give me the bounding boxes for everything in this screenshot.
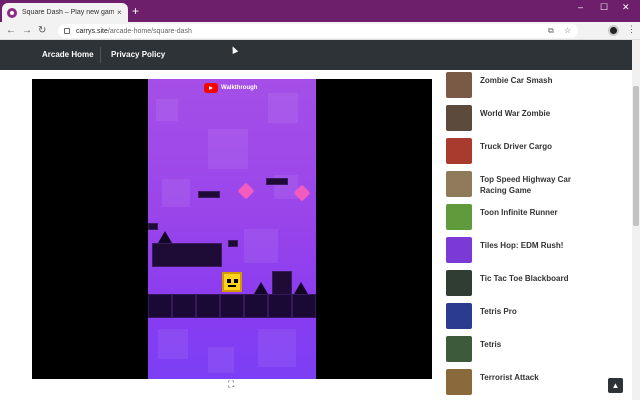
close-window-button[interactable]: ✕ [622, 2, 630, 13]
maximize-button[interactable]: ☐ [600, 2, 608, 13]
game-frame[interactable]: Walkthrough [32, 79, 432, 379]
browser-tab[interactable]: Square Dash – Play new gam × [2, 3, 128, 22]
back-to-top-button[interactable]: ▲ [608, 378, 623, 393]
lock-icon [64, 28, 70, 34]
floating-block [148, 223, 158, 230]
game-title-link[interactable]: Zombie Car Smash [480, 75, 590, 86]
address-bar[interactable]: carrys.site/arcade-home/square-dash [58, 24, 578, 38]
site-navigation: Arcade Home Privacy Policy [0, 40, 632, 70]
game-thumbnail[interactable] [446, 138, 472, 164]
translate-icon[interactable]: ⧉ [548, 26, 554, 36]
game-thumbnail[interactable] [446, 270, 472, 296]
game-title-link[interactable]: Tic Tac Toe Blackboard [480, 273, 590, 284]
floating-block [198, 191, 220, 198]
background-square [208, 129, 248, 169]
ground-tile [148, 294, 172, 318]
spike-hazard-icon [294, 282, 308, 294]
ground-tile [292, 294, 316, 318]
platform-block [152, 243, 222, 267]
game-title-link[interactable]: World War Zombie [480, 108, 590, 119]
ground-tile [196, 294, 220, 318]
floating-block [266, 178, 288, 185]
game-thumbnail[interactable] [446, 303, 472, 329]
background-square [258, 329, 296, 367]
browser-menu-icon[interactable]: ⋮ [627, 24, 636, 35]
forward-arrow-icon[interactable]: → [22, 25, 32, 37]
back-arrow-icon[interactable]: ← [6, 25, 16, 37]
nav-link-arcade-home[interactable]: Arcade Home [42, 50, 94, 59]
list-item[interactable]: Toon Infinite Runner [446, 204, 590, 232]
background-square [158, 329, 188, 359]
pink-gem-icon [237, 182, 255, 200]
cube-eye [234, 279, 238, 283]
game-thumbnail[interactable] [446, 369, 472, 395]
bookmark-star-icon[interactable]: ☆ [564, 26, 571, 35]
walkthrough-label: Walkthrough [221, 85, 258, 91]
list-item[interactable]: Tetris Pro [446, 303, 590, 331]
ground-tile [244, 294, 268, 318]
tab-close-icon[interactable]: × [117, 8, 122, 17]
game-title-link[interactable]: Top Speed Highway Car Racing Game [480, 174, 590, 196]
list-item[interactable]: Zombie Car Smash [446, 72, 590, 100]
list-item[interactable]: Tic Tac Toe Blackboard [446, 270, 590, 298]
minimize-button[interactable]: – [578, 2, 583, 12]
list-item[interactable]: Top Speed Highway Car Racing Game [446, 171, 590, 199]
list-item[interactable]: Tiles Hop: EDM Rush! [446, 237, 590, 265]
game-thumbnail[interactable] [446, 204, 472, 230]
background-square [156, 99, 178, 121]
player-cube-icon [222, 272, 242, 292]
browser-toolbar: ← → ↻ carrys.site/arcade-home/square-das… [0, 22, 640, 40]
game-title-link[interactable]: Tetris Pro [480, 306, 590, 317]
site-favicon-icon [7, 7, 17, 18]
ground-tile [172, 294, 196, 318]
reload-icon[interactable]: ↻ [38, 25, 46, 37]
chevron-up-icon: ▲ [611, 381, 620, 390]
browser-tab-bar: Square Dash – Play new gam × + – ☐ ✕ [0, 0, 640, 22]
fullscreen-icon[interactable]: ⛶ [228, 379, 234, 390]
url-domain: carrys.site [76, 27, 108, 35]
cube-mouth [228, 285, 236, 287]
walkthrough-badge[interactable]: Walkthrough [204, 83, 257, 93]
game-thumbnail[interactable] [446, 237, 472, 263]
nav-link-privacy-policy[interactable]: Privacy Policy [111, 50, 165, 59]
game-title-link[interactable]: Terrorist Attack [480, 372, 590, 383]
spike-hazard-icon [254, 282, 268, 294]
background-square [268, 93, 298, 123]
game-playfield[interactable]: Walkthrough [148, 79, 316, 379]
game-thumbnail[interactable] [446, 105, 472, 131]
game-thumbnail[interactable] [446, 171, 472, 197]
list-item[interactable]: Truck Driver Cargo [446, 138, 590, 166]
ground-tile [220, 294, 244, 318]
background-square [244, 229, 278, 263]
ground-tile [268, 294, 292, 318]
pillar-block [272, 271, 292, 295]
profile-avatar[interactable] [608, 25, 619, 36]
game-thumbnail[interactable] [446, 72, 472, 98]
nav-divider [100, 47, 101, 63]
background-square [208, 347, 234, 373]
background-square [162, 179, 190, 207]
game-title-link[interactable]: Truck Driver Cargo [480, 141, 590, 152]
new-tab-button[interactable]: + [132, 4, 139, 18]
list-item[interactable]: Terrorist Attack [446, 369, 590, 397]
youtube-play-icon [204, 83, 218, 93]
game-title-link[interactable]: Tetris [480, 339, 590, 350]
floating-block [228, 240, 238, 247]
url-path: /arcade-home/square-dash [107, 27, 192, 35]
tab-title: Square Dash – Play new gam [22, 9, 114, 16]
game-thumbnail[interactable] [446, 336, 472, 362]
game-title-link[interactable]: Tiles Hop: EDM Rush! [480, 240, 590, 251]
cube-eye [227, 279, 231, 283]
list-item[interactable]: Tetris [446, 336, 590, 364]
scrollbar-thumb[interactable] [633, 86, 639, 226]
spike-hazard-icon [158, 231, 172, 243]
game-title-link[interactable]: Toon Infinite Runner [480, 207, 590, 218]
list-item[interactable]: World War Zombie [446, 105, 590, 133]
